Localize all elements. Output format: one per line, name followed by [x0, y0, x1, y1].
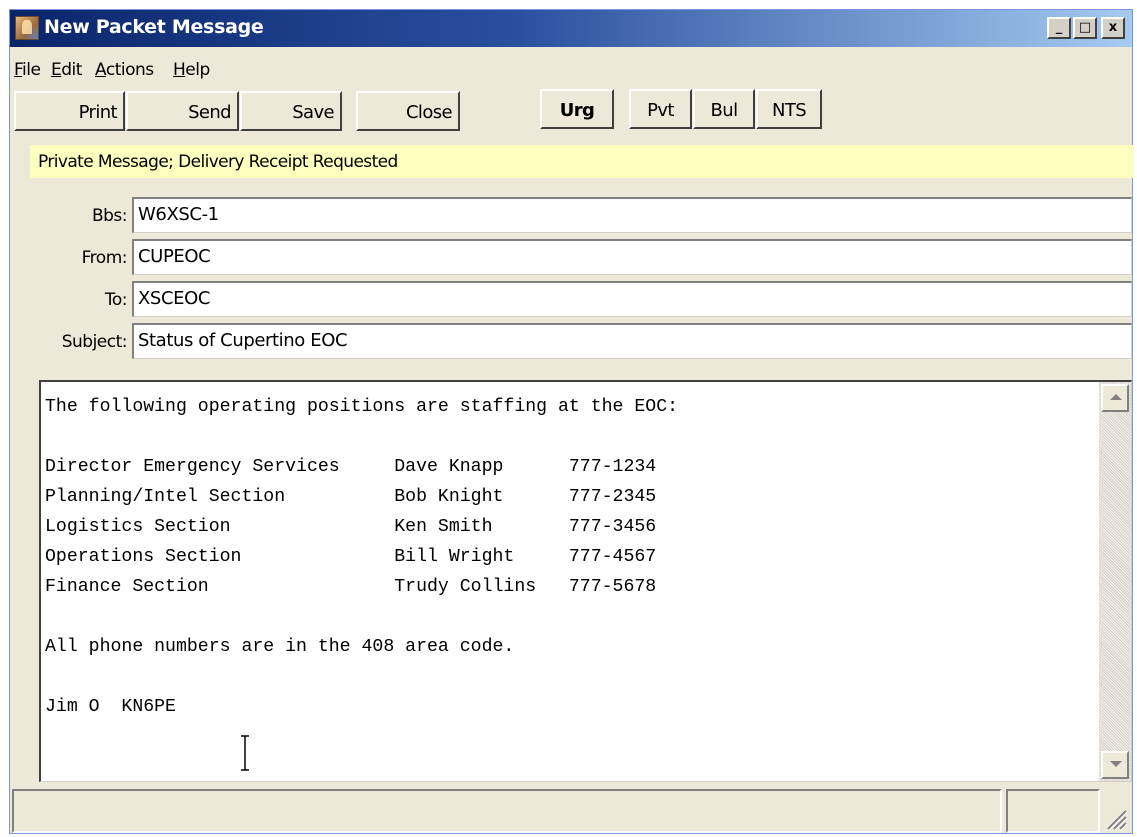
subject-label: Subject: — [61, 332, 128, 352]
maximize-button[interactable]: □ — [1073, 17, 1097, 39]
to-label: To: — [104, 290, 128, 310]
subject-field[interactable]: Status of Cupertino EOC — [132, 323, 1132, 359]
scroll-up-arrow-icon[interactable] — [1101, 384, 1129, 412]
window-title: New Packet Message — [44, 16, 264, 38]
scroll-down-arrow-icon[interactable] — [1101, 751, 1129, 779]
close-button[interactable]: Close — [356, 91, 460, 131]
toolbar: Print Send Save Close Urg Pvt Bul NTS — [10, 87, 1132, 132]
private-toggle[interactable]: Pvt — [629, 89, 692, 129]
title-bar[interactable]: New Packet Message _ □ x — [10, 10, 1132, 47]
message-body-textarea[interactable]: The following operating positions are st… — [39, 380, 1132, 782]
save-button[interactable]: Save — [240, 91, 342, 131]
app-icon — [15, 16, 39, 40]
packet-message-window: New Packet Message _ □ x File Edit Actio… — [9, 9, 1134, 835]
menu-edit[interactable]: Edit — [51, 60, 82, 80]
status-panel-main — [12, 789, 1002, 833]
menu-bar: File Edit Actions Help — [10, 47, 1132, 87]
nts-toggle[interactable]: NTS — [756, 89, 822, 129]
bbs-label: Bbs: — [91, 206, 128, 226]
vertical-scrollbar[interactable] — [1099, 382, 1131, 781]
menu-actions[interactable]: Actions — [95, 60, 154, 80]
from-field[interactable]: CUPEOC — [132, 239, 1132, 275]
menu-file[interactable]: File — [14, 60, 41, 80]
status-bar — [10, 789, 1132, 835]
urgent-toggle[interactable]: Urg — [540, 89, 614, 129]
message-status-text: Private Message; Delivery Receipt Reques… — [38, 152, 398, 172]
bulletin-toggle[interactable]: Bul — [693, 89, 755, 129]
message-body-text[interactable]: The following operating positions are st… — [45, 392, 678, 722]
send-button[interactable]: Send — [126, 91, 239, 131]
close-window-button[interactable]: x — [1101, 17, 1125, 39]
to-field[interactable]: XSCEOC — [132, 281, 1132, 317]
size-grip-icon[interactable] — [1102, 805, 1128, 831]
message-status-bar: Private Message; Delivery Receipt Reques… — [30, 145, 1134, 178]
menu-help[interactable]: Help — [173, 60, 210, 80]
minimize-button[interactable]: _ — [1047, 17, 1071, 39]
text-cursor-icon — [241, 735, 249, 771]
status-panel-secondary — [1006, 789, 1100, 833]
from-label: From: — [81, 248, 128, 268]
print-button[interactable]: Print — [14, 91, 125, 131]
bbs-field[interactable]: W6XSC-1 — [132, 197, 1132, 233]
